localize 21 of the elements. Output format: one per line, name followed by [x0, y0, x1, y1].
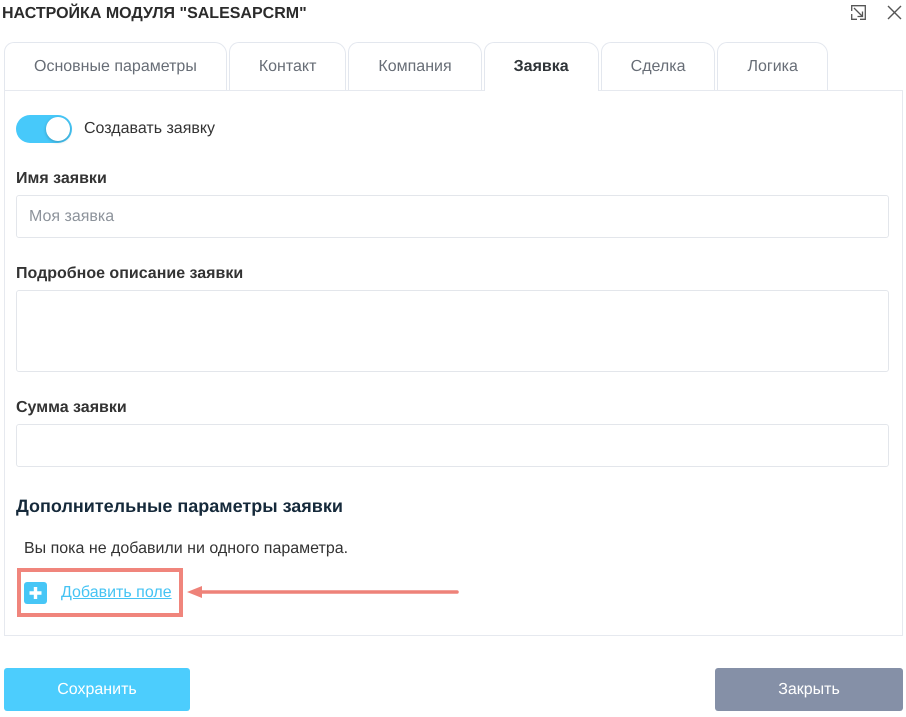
description-field[interactable]: [16, 290, 889, 372]
tab[interactable]: Заявка: [484, 42, 599, 91]
empty-message: Вы пока не добавили ни одного параметра.: [24, 539, 350, 559]
section-heading: Дополнительные параметры заявки: [16, 495, 344, 517]
expand-icon[interactable]: [851, 5, 866, 20]
toggle-label: Создавать заявку: [84, 120, 216, 138]
text-input[interactable]: [16, 424, 889, 467]
tab[interactable]: Основные параметры: [4, 42, 227, 90]
field-label: Сумма заявки: [16, 398, 128, 418]
field-label: Имя заявки: [16, 169, 108, 189]
tab[interactable]: Контакт: [228, 42, 346, 90]
field-label: Подробное описание заявки: [16, 264, 244, 284]
toggle-switch[interactable]: [16, 115, 72, 143]
close-button[interactable]: Закрыть: [715, 668, 903, 711]
plus-icon[interactable]: [24, 582, 47, 604]
dialog-title: НАСТРОЙКА МОДУЛЯ "SALESAPCRM": [2, 4, 307, 24]
tab[interactable]: Логика: [717, 42, 828, 90]
tab[interactable]: Сделка: [600, 42, 716, 90]
close-icon[interactable]: [887, 5, 902, 20]
tab[interactable]: Компания: [348, 42, 482, 90]
text-input[interactable]: Моя заявка: [16, 195, 889, 238]
